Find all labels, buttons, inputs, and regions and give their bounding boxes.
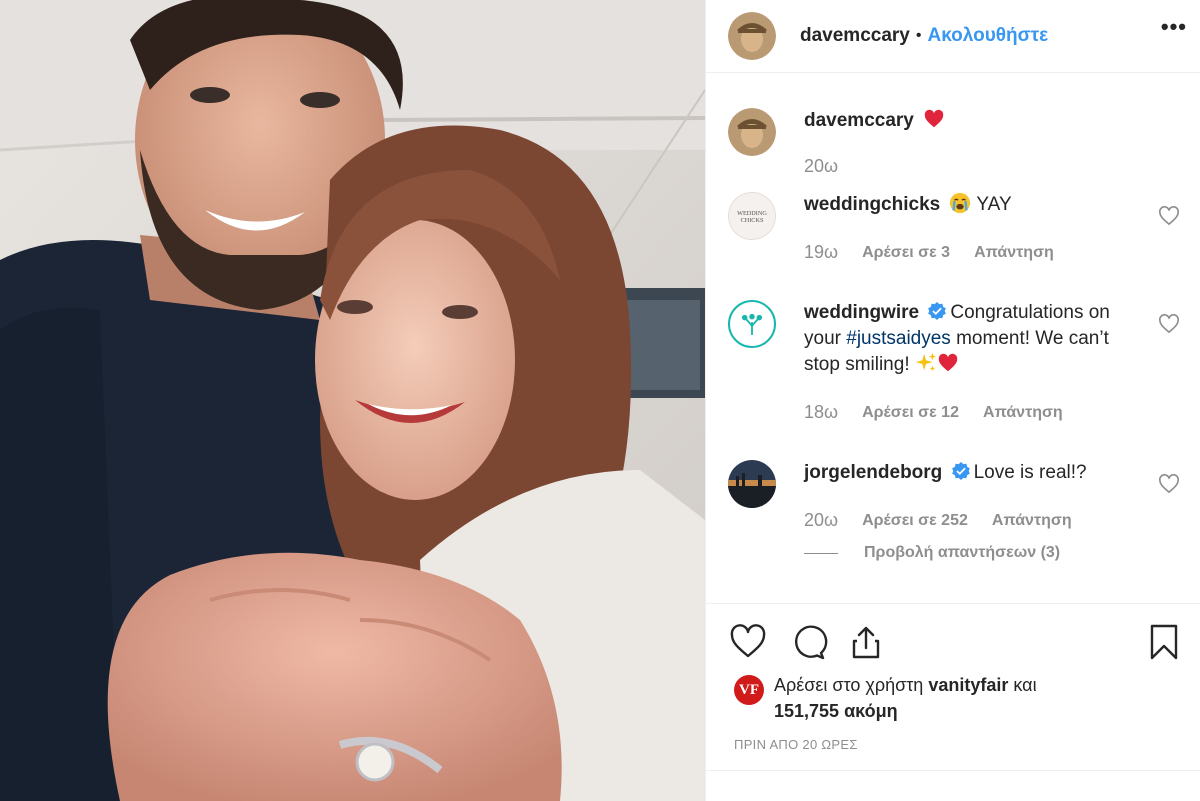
loudly-crying-face-emoji-icon (950, 192, 971, 214)
hashtag-link[interactable]: #justsaidyes (846, 328, 951, 349)
replies-divider-line (804, 552, 838, 554)
heart-icon[interactable] (728, 622, 768, 662)
comment-weddingwire: weddingwire Congratulations on your #jus… (728, 300, 1188, 440)
bookmark-icon[interactable] (1144, 622, 1184, 662)
weddingchicks-avatar[interactable]: WEDDING CHICKS (728, 192, 776, 240)
comments-panel: davemccary • Ακολουθήστε ••• davemccary … (705, 0, 1200, 801)
comment-time[interactable]: 19ω (804, 242, 838, 263)
weddingwire-avatar[interactable] (728, 300, 776, 348)
caption-time[interactable]: 20ω (804, 156, 838, 177)
post-timestamp[interactable]: ΠΡΙΝ ΑΠΟ 20 ΩΡΕΣ (734, 737, 858, 752)
likes-user[interactable]: vanityfair (928, 675, 1008, 695)
caption: davemccary 20ω (728, 108, 1188, 188)
comment-text: Love is real!? (973, 462, 1087, 483)
caption-body: davemccary (804, 108, 1134, 134)
reply-button[interactable]: Απάντηση (983, 404, 1063, 422)
reply-button[interactable]: Απάντηση (992, 512, 1072, 530)
jorgelendeborg-avatar[interactable] (728, 460, 776, 508)
comment-jorgelendeborg: jorgelendeborg Love is real!? 20ω Αρέσει… (728, 460, 1188, 540)
author-username[interactable]: davemccary (800, 25, 910, 47)
author-avatar[interactable] (728, 12, 776, 60)
follow-button[interactable]: Ακολουθήστε (927, 25, 1048, 47)
reply-button[interactable]: Απάντηση (974, 244, 1054, 262)
share-icon[interactable] (846, 622, 886, 662)
comment-weddingchicks: WEDDING CHICKS weddingchicks YAY 19ω Αρέ… (728, 192, 1188, 272)
comment-meta: 19ω Αρέσει σε 3 Απάντηση (804, 242, 1054, 263)
likes-count[interactable]: 151,755 ακόμη (774, 701, 898, 721)
likes-prefix: Αρέσει στο χρήστη (774, 675, 924, 695)
comment-username[interactable]: weddingwire (804, 302, 919, 323)
comment-icon[interactable] (788, 622, 828, 662)
view-replies-button[interactable]: Προβολή απαντήσεων (3) (804, 544, 1060, 562)
comment-likes[interactable]: Αρέσει σε 12 (862, 404, 959, 422)
likes-summary: VF Αρέσει στο χρήστη vanityfair και 151,… (734, 672, 1174, 724)
comment-body: weddingwire Congratulations on your #jus… (804, 300, 1134, 378)
comment-body: jorgelendeborg Love is real!? (804, 460, 1134, 486)
comment-meta: 18ω Αρέσει σε 12 Απάντηση (804, 402, 1063, 423)
comment-body: weddingchicks YAY (804, 192, 1134, 218)
comment-likes[interactable]: Αρέσει σε 3 (862, 244, 950, 262)
post-photo (0, 0, 705, 801)
comment-text: YAY (976, 194, 1012, 215)
comment-likes[interactable]: Αρέσει σε 252 (862, 512, 968, 530)
verified-badge-icon (928, 302, 947, 320)
red-heart-emoji-icon (924, 109, 944, 128)
more-options-icon[interactable]: ••• (1161, 14, 1187, 40)
caption-meta: 20ω (804, 156, 838, 177)
add-comment-bar[interactable] (706, 770, 1200, 801)
vanityfair-avatar[interactable]: VF (734, 675, 764, 705)
likes-text[interactable]: Αρέσει στο χρήστη vanityfair και 151,755… (774, 672, 1037, 724)
comment-like-heart-icon[interactable] (1158, 474, 1180, 494)
post-header: davemccary • Ακολουθήστε ••• (706, 0, 1200, 73)
comment-username[interactable]: weddingchicks (804, 194, 940, 215)
comment-time[interactable]: 18ω (804, 402, 838, 423)
comment-username[interactable]: jorgelendeborg (804, 462, 942, 483)
verified-badge-icon (951, 462, 970, 480)
likes-joiner: και (1013, 675, 1037, 695)
caption-avatar[interactable] (728, 108, 776, 156)
red-heart-emoji-icon (938, 353, 958, 372)
comment-meta: 20ω Αρέσει σε 252 Απάντηση (804, 510, 1072, 531)
comment-time[interactable]: 20ω (804, 510, 838, 531)
comment-like-heart-icon[interactable] (1158, 206, 1180, 226)
sparkles-emoji-icon (915, 352, 936, 372)
weddingchicks-avatar-line2: CHICKS (741, 217, 764, 224)
separator-dot: • (915, 27, 922, 44)
comment-like-heart-icon[interactable] (1158, 314, 1180, 334)
view-replies-label: Προβολή απαντήσεων (3) (864, 544, 1061, 561)
caption-username[interactable]: davemccary (804, 110, 914, 131)
